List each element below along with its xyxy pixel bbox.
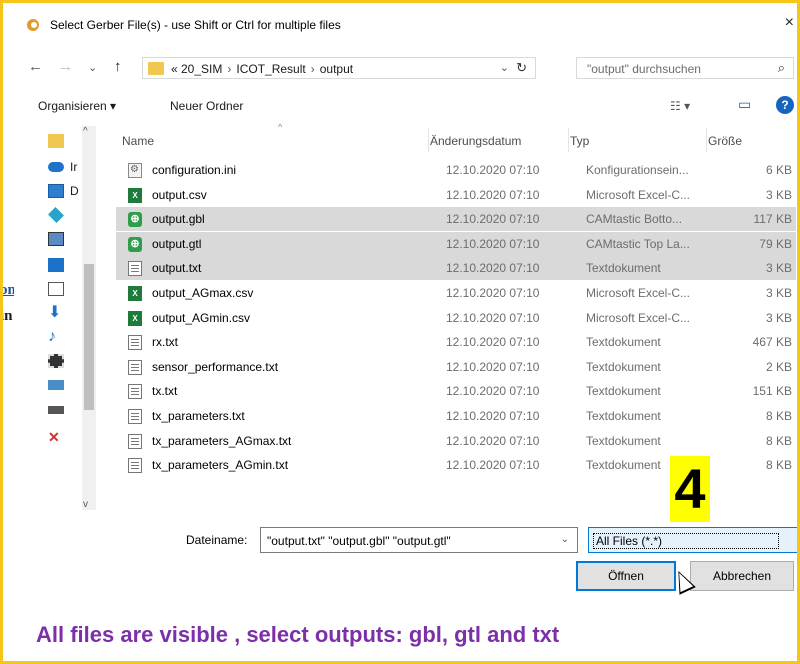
highlight-frame bbox=[0, 0, 800, 664]
